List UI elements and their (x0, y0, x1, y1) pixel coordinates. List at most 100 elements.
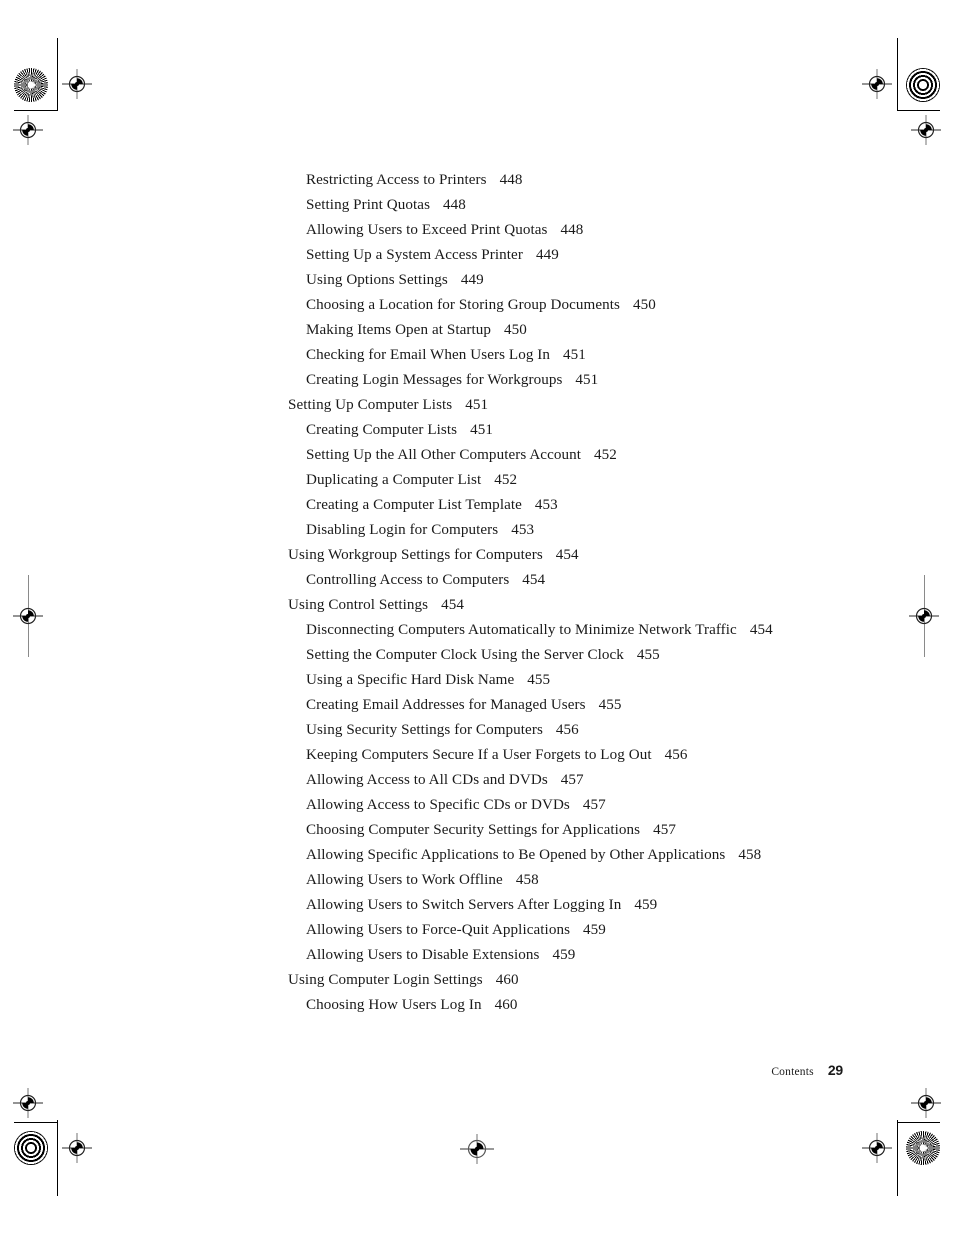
toc-entry[interactable]: Allowing Users to Exceed Print Quotas 448 (288, 218, 908, 243)
toc-entry-title: Using Control Settings (288, 597, 429, 613)
toc-entry-title: Allowing Users to Work Offline (306, 872, 503, 888)
page-footer: Contents 29 (0, 1062, 843, 1080)
toc-entry-title: Setting Print Quotas (306, 197, 431, 213)
toc-entry-page-number: 455 (636, 647, 660, 663)
toc-entry-page-number: 460 (495, 972, 519, 988)
toc-entry[interactable]: Using Options Settings 449 (288, 268, 908, 293)
toc-entry-title: Using Options Settings (306, 272, 448, 288)
toc-entry[interactable]: Choosing How Users Log In 460 (288, 993, 908, 1018)
registration-target-top-left-inner (62, 69, 92, 99)
toc-entry[interactable]: Creating Computer Lists 451 (288, 418, 908, 443)
toc-entry-page-number: 457 (560, 772, 584, 788)
registration-target-left-middle (13, 607, 43, 625)
toc-entry-title: Creating Email Addresses for Managed Use… (306, 697, 586, 713)
toc-entry-page-number: 451 (563, 347, 586, 363)
registration-target-bottom-right-outer (911, 1088, 941, 1118)
toc-entry[interactable]: Using a Specific Hard Disk Name 455 (288, 668, 908, 693)
toc-entry[interactable]: Choosing Computer Security Settings for … (288, 818, 908, 843)
toc-entry-title: Creating a Computer List Template (306, 497, 522, 513)
toc-entry-page-number: 450 (632, 297, 656, 313)
toc-entry[interactable]: Setting Up a System Access Printer 449 (288, 243, 908, 268)
toc-entry[interactable]: Disconnecting Computers Automatically to… (288, 618, 908, 643)
toc-entry-title: Allowing Access to Specific CDs or DVDs (306, 797, 570, 813)
toc-entry-page-number: 457 (653, 822, 676, 838)
toc-entry[interactable]: Allowing Users to Work Offline 458 (288, 868, 908, 893)
toc-entry-page-number: 449 (535, 247, 559, 263)
crop-mark-top-left (57, 38, 59, 111)
toc-entry[interactable]: Allowing Access to All CDs and DVDs 457 (288, 768, 908, 793)
toc-entry[interactable]: Using Control Settings 454 (288, 593, 908, 618)
toc-entry-title: Duplicating a Computer List (306, 472, 482, 488)
toc-entry[interactable]: Controlling Access to Computers 454 (288, 568, 908, 593)
toc-entry[interactable]: Setting the Computer Clock Using the Ser… (288, 643, 908, 668)
toc-entry-page-number: 449 (460, 272, 484, 288)
toc-entry[interactable]: Allowing Users to Disable Extensions 459 (288, 943, 908, 968)
toc-entry-page-number: 454 (441, 597, 465, 613)
toc-entry-title: Using Workgroup Settings for Computers (288, 547, 543, 563)
toc-entry-page-number: 452 (594, 447, 617, 463)
toc-entry[interactable]: Using Workgroup Settings for Computers 45… (288, 543, 908, 568)
toc-entry-title: Setting Up Computer Lists (288, 397, 453, 413)
toc-entry-title: Disconnecting Computers Automatically to… (306, 622, 737, 638)
toc-entry-title: Choosing Computer Security Settings for … (306, 822, 641, 838)
toc-entry-title: Allowing Users to Disable Extensions (306, 947, 540, 963)
toc-entry[interactable]: Keeping Computers Secure If a User Forge… (288, 743, 908, 768)
toc-entry-page-number: 457 (582, 797, 606, 813)
toc-entry-page-number: 454 (522, 572, 546, 588)
toc-entry-page-number: 453 (534, 497, 558, 513)
toc-entry-title: Allowing Users to Force-Quit Application… (306, 922, 571, 938)
toc-entry[interactable]: Duplicating a Computer List 452 (288, 468, 908, 493)
toc-entry-page-number: 451 (470, 422, 493, 438)
toc-entry[interactable]: Using Security Settings for Computers 456 (288, 718, 908, 743)
toc-entry[interactable]: Using Computer Login Settings 460 (288, 968, 908, 993)
toc-entry[interactable]: Choosing a Location for Storing Group Do… (288, 293, 908, 318)
starburst-target-bottom-right (906, 1131, 940, 1165)
toc-entry-title: Setting Up the All Other Computers Accou… (306, 447, 582, 463)
toc-entry[interactable]: Setting Up Computer Lists 451 (288, 393, 908, 418)
toc-entry[interactable]: Allowing Users to Force-Quit Application… (288, 918, 908, 943)
toc-entry-title: Using Computer Login Settings (288, 972, 483, 988)
toc-entry-title: Disabling Login for Computers (306, 522, 499, 538)
page-number: 29 (827, 1062, 843, 1078)
toc-entry[interactable]: Creating Login Messages for Workgroups 45… (288, 368, 908, 393)
toc-entry[interactable]: Allowing Access to Specific CDs or DVDs 4… (288, 793, 908, 818)
registration-target-top-right-outer (911, 115, 941, 145)
crop-rule-bottom-right (897, 1122, 940, 1124)
registration-target-bottom-right-inner (862, 1133, 892, 1163)
toc-entry[interactable]: Setting Print Quotas 448 (288, 193, 908, 218)
guide-line-right-middle (924, 575, 926, 657)
toc-entry-page-number: 454 (749, 622, 773, 638)
toc-entry-title: Setting Up a System Access Printer (306, 247, 523, 263)
toc-entry-page-number: 460 (494, 997, 518, 1013)
toc-entry[interactable]: Creating Email Addresses for Managed Use… (288, 693, 908, 718)
toc-entry-title: Checking for Email When Users Log In (306, 347, 551, 363)
toc-entry[interactable]: Checking for Email When Users Log In 451 (288, 343, 908, 368)
toc-entry-page-number: 459 (583, 922, 606, 938)
table-of-contents: Restricting Access to Printers 448 Setting… (288, 168, 908, 1018)
toc-entry-page-number: 450 (504, 322, 527, 338)
toc-entry-page-number: 453 (511, 522, 535, 538)
toc-entry-title: Choosing a Location for Storing Group Do… (306, 297, 620, 313)
toc-entry-title: Allowing Access to All CDs and DVDs (306, 772, 548, 788)
crop-mark-bottom-right (897, 1120, 899, 1196)
toc-entry-page-number: 452 (494, 472, 518, 488)
toc-entry-title: Creating Computer Lists (306, 422, 458, 438)
toc-entry-page-number: 458 (515, 872, 539, 888)
toc-entry-page-number: 455 (527, 672, 551, 688)
toc-entry[interactable]: Making Items Open at Startup 450 (288, 318, 908, 343)
toc-entry-page-number: 451 (465, 397, 489, 413)
guide-line-left-middle (28, 575, 30, 657)
toc-entry-title: Allowing Specific Applications to Be Ope… (306, 847, 726, 863)
toc-entry[interactable]: Allowing Users to Switch Servers After L… (288, 893, 908, 918)
registration-target-right-middle (909, 607, 939, 625)
toc-entry-title: Allowing Users to Switch Servers After L… (306, 897, 622, 913)
toc-entry-page-number: 458 (738, 847, 762, 863)
toc-entry[interactable]: Allowing Specific Applications to Be Ope… (288, 843, 908, 868)
toc-entry[interactable]: Disabling Login for Computers 453 (288, 518, 908, 543)
toc-entry[interactable]: Creating a Computer List Template 453 (288, 493, 908, 518)
toc-entry[interactable]: Setting Up the All Other Computers Accou… (288, 443, 908, 468)
registration-target-top-right-inner (862, 69, 892, 99)
toc-entry[interactable]: Restricting Access to Printers 448 (288, 168, 908, 193)
toc-entry-title: Creating Login Messages for Workgroups (306, 372, 563, 388)
toc-entry-page-number: 448 (443, 197, 466, 213)
